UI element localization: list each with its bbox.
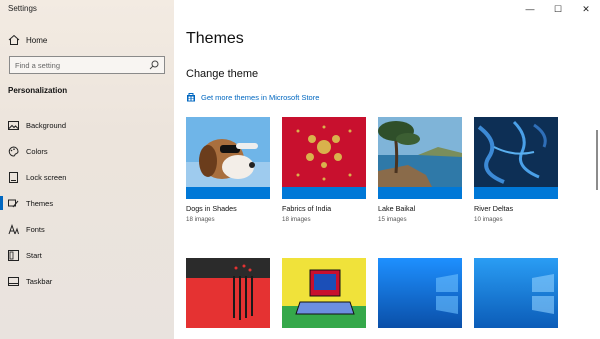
theme-tile-river-deltas[interactable]: River Deltas 10 images bbox=[474, 117, 558, 223]
window-title: Settings bbox=[8, 4, 37, 13]
sidebar-item-start[interactable]: Start bbox=[0, 242, 174, 268]
search-icon bbox=[149, 60, 159, 70]
theme-accent-bar bbox=[474, 187, 558, 199]
theme-tile[interactable] bbox=[378, 258, 462, 328]
section-title: Personalization bbox=[8, 86, 68, 95]
store-link-label: Get more themes in Microsoft Store bbox=[201, 92, 320, 102]
search-placeholder: Find a setting bbox=[15, 60, 61, 70]
scrollbar[interactable] bbox=[596, 130, 598, 190]
theme-accent-bar bbox=[378, 187, 462, 199]
theme-image-count: 10 images bbox=[474, 216, 503, 223]
sidebar-item-themes[interactable]: Themes bbox=[0, 190, 174, 216]
image-icon bbox=[8, 120, 19, 131]
theme-thumbnail bbox=[474, 258, 558, 328]
sidebar-item-colors[interactable]: Colors bbox=[0, 138, 174, 164]
theme-name: River Deltas bbox=[474, 204, 514, 213]
theme-thumbnail bbox=[378, 117, 462, 187]
theme-name: Lake Baikal bbox=[378, 204, 416, 213]
theme-thumbnail bbox=[282, 258, 366, 328]
theme-accent-bar bbox=[282, 187, 366, 199]
sidebar-item-label: Themes bbox=[26, 198, 54, 208]
home-nav[interactable]: Home bbox=[8, 33, 47, 47]
theme-accent-bar bbox=[186, 187, 270, 199]
sidebar-item-fonts[interactable]: Fonts bbox=[0, 216, 174, 242]
theme-tile-lake-baikal[interactable]: Lake Baikal 15 images bbox=[378, 117, 462, 223]
sidebar-item-taskbar[interactable]: Taskbar bbox=[0, 268, 174, 294]
sidebar-item-label: Colors bbox=[26, 146, 48, 156]
palette-icon bbox=[8, 145, 19, 157]
minimize-button[interactable]: — bbox=[516, 0, 544, 18]
font-icon bbox=[8, 223, 19, 235]
theme-tile[interactable] bbox=[282, 258, 366, 328]
theme-name: Dogs in Shades bbox=[186, 204, 237, 213]
lock-screen-icon bbox=[8, 171, 19, 183]
home-label: Home bbox=[26, 35, 48, 45]
main-content: — ☐ ✕ Themes Change theme Get more theme… bbox=[174, 0, 600, 339]
theme-image-count: 18 images bbox=[186, 216, 215, 223]
theme-image-count: 15 images bbox=[378, 216, 407, 223]
search-input[interactable]: Find a setting bbox=[9, 56, 165, 74]
sidebar-item-label: Lock screen bbox=[26, 172, 67, 182]
sidebar: Settings Home Find a setting Personaliza… bbox=[0, 0, 174, 339]
brush-icon bbox=[8, 198, 19, 209]
close-button[interactable]: ✕ bbox=[572, 0, 600, 18]
store-icon bbox=[187, 93, 195, 102]
theme-thumbnail bbox=[282, 117, 366, 187]
theme-image-count: 18 images bbox=[282, 216, 311, 223]
theme-name: Fabrics of India bbox=[282, 204, 332, 213]
theme-thumbnail bbox=[474, 117, 558, 187]
maximize-button[interactable]: ☐ bbox=[544, 0, 572, 18]
theme-tile-fabrics-of-india[interactable]: Fabrics of India 18 images bbox=[282, 117, 366, 223]
theme-tile[interactable] bbox=[474, 258, 558, 328]
sidebar-item-background[interactable]: Background bbox=[0, 112, 174, 138]
home-icon bbox=[8, 34, 20, 45]
sidebar-item-label: Background bbox=[26, 120, 67, 130]
page-title: Themes bbox=[186, 30, 244, 47]
start-icon bbox=[8, 249, 19, 261]
sidebar-nav: Background Colors Lock screen Themes Fon… bbox=[0, 112, 174, 294]
section-heading: Change theme bbox=[186, 68, 259, 80]
theme-tile[interactable] bbox=[186, 258, 270, 328]
theme-thumbnail bbox=[186, 258, 270, 328]
sidebar-item-label: Taskbar bbox=[26, 276, 53, 286]
sidebar-item-label: Start bbox=[26, 250, 42, 260]
theme-tile-dogs-in-shades[interactable]: Dogs in Shades 18 images bbox=[186, 117, 270, 223]
sidebar-item-lock-screen[interactable]: Lock screen bbox=[0, 164, 174, 190]
taskbar-icon bbox=[8, 276, 19, 287]
sidebar-item-label: Fonts bbox=[26, 224, 45, 234]
theme-thumbnail bbox=[378, 258, 462, 328]
theme-thumbnail bbox=[186, 117, 270, 187]
window-controls: — ☐ ✕ bbox=[516, 0, 600, 18]
store-link[interactable]: Get more themes in Microsoft Store bbox=[186, 92, 319, 102]
